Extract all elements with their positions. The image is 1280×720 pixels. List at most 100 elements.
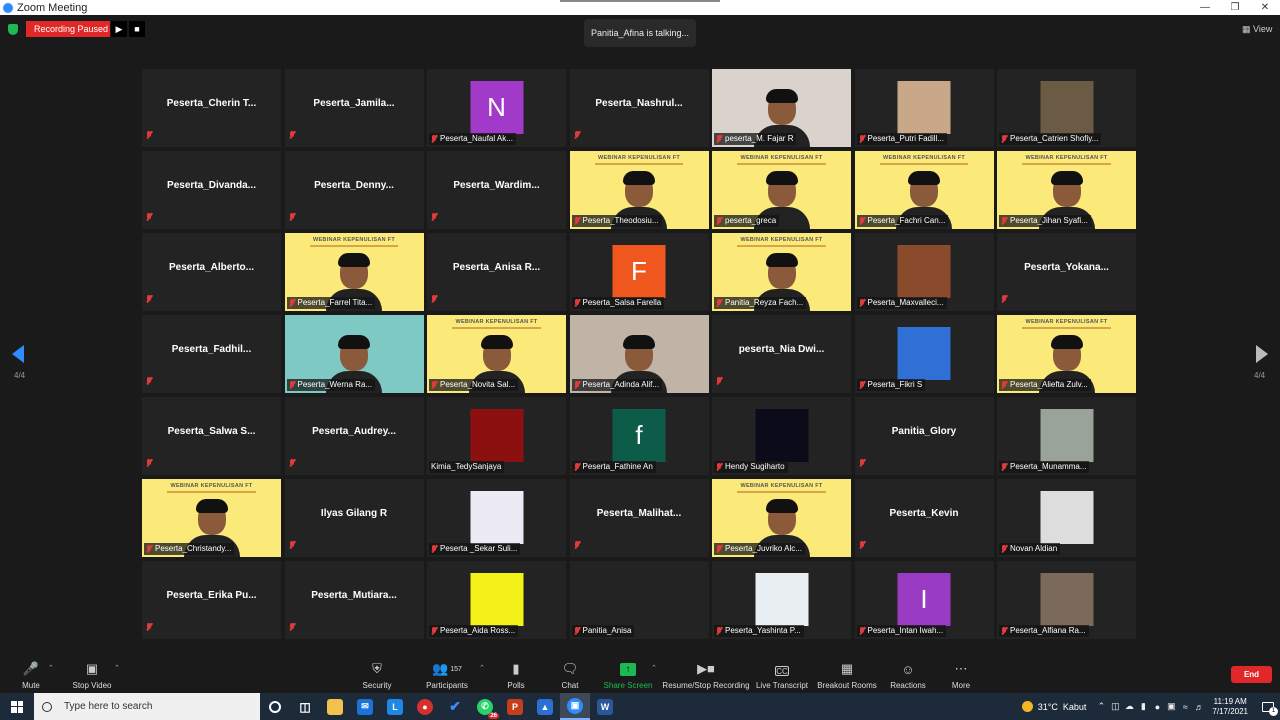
- cloud-icon[interactable]: ☁: [1122, 701, 1136, 712]
- participant-tile[interactable]: Kimia_TedySanjaya: [427, 397, 566, 475]
- security-button[interactable]: ⛨ Security: [360, 656, 394, 693]
- audio-options-caret-icon[interactable]: ⌃: [48, 664, 54, 672]
- participant-tile[interactable]: Peserta_Catrien Shofiy...: [997, 69, 1136, 147]
- chat-button[interactable]: 🗨 Chat: [558, 656, 582, 693]
- participant-tile[interactable]: Peserta_Wardim...: [427, 151, 566, 229]
- weather-widget[interactable]: 31°C Kabut: [1021, 701, 1086, 712]
- participant-tile[interactable]: WEBINAR KEPENULISAN FT Panitia_Reyza Fach…: [712, 233, 851, 311]
- red-app-icon[interactable]: ●: [410, 693, 440, 720]
- participant-tile[interactable]: WEBINAR KEPENULISAN FT Peserta_Aliefta Zu…: [997, 315, 1136, 393]
- participant-tile[interactable]: Peserta_Munamma...: [997, 397, 1136, 475]
- word-icon[interactable]: W: [590, 693, 620, 720]
- whatsapp-icon[interactable]: ✆ 26: [470, 693, 500, 720]
- taskbar-clock[interactable]: 11:19 AM 7/17/2021: [1212, 697, 1248, 717]
- participant-tile[interactable]: Peserta_Werna Ra...: [284, 315, 424, 393]
- participant-tile[interactable]: Peserta_Kevin: [854, 479, 994, 557]
- participant-tile[interactable]: WEBINAR KEPENULISAN FT Peserta_Farrel Tit…: [284, 233, 424, 311]
- participant-tile[interactable]: peserta_Nia Dwi...: [712, 315, 851, 393]
- participant-tile[interactable]: WEBINAR KEPENULISAN FT Peserta_Theodosiu.…: [569, 151, 709, 229]
- participant-tile[interactable]: Peserta_Alberto...: [142, 233, 281, 311]
- participant-tile[interactable]: Peserta_Divanda...: [142, 151, 281, 229]
- end-meeting-button[interactable]: End: [1231, 666, 1272, 683]
- participant-tile[interactable]: Peserta_Cherin T...: [142, 69, 281, 147]
- show-hidden-icons-icon[interactable]: ⌃: [1094, 701, 1108, 712]
- participant-tile[interactable]: Peserta_Denny...: [284, 151, 424, 229]
- participant-tile[interactable]: Panitia_Anisa: [569, 561, 709, 639]
- participant-tile[interactable]: F Peserta_Salsa Farella: [569, 233, 709, 311]
- live-transcript-button[interactable]: CC Live Transcript: [756, 656, 808, 693]
- polls-button[interactable]: ▮ Polls: [504, 656, 528, 693]
- mute-button[interactable]: 🎤 Mute: [18, 656, 44, 693]
- wifi-icon[interactable]: ≈: [1178, 702, 1192, 712]
- participant-tile[interactable]: Peserta_Audrey...: [284, 397, 424, 475]
- cortana-icon[interactable]: [260, 693, 290, 720]
- stop-icon[interactable]: ■: [129, 21, 145, 37]
- participant-tile[interactable]: Peserta_Yokana...: [997, 233, 1136, 311]
- launcher-l-icon[interactable]: L: [380, 693, 410, 720]
- participant-tile[interactable]: N Peserta_Naufal Ak...: [427, 69, 566, 147]
- close-icon[interactable]: ✕: [1250, 2, 1280, 13]
- view-button[interactable]: ▦ View: [1242, 24, 1272, 35]
- volume-icon[interactable]: ♬: [1192, 702, 1206, 712]
- photos-icon[interactable]: ▲: [530, 693, 560, 720]
- resume-stop-recording-button[interactable]: ▶■ Resume/Stop Recording: [662, 656, 750, 693]
- participant-tile[interactable]: Peserta_Anisa R...: [427, 233, 566, 311]
- start-button[interactable]: [0, 693, 34, 720]
- participant-tile[interactable]: Hendy Sugiharto: [712, 397, 851, 475]
- participant-tile[interactable]: Peserta_Mutiara...: [284, 561, 424, 639]
- mic-tray-icon[interactable]: ●: [1150, 702, 1164, 712]
- previous-page-arrow-icon[interactable]: [12, 345, 24, 363]
- video-options-caret-icon[interactable]: ⌃: [114, 664, 120, 672]
- participant-tile[interactable]: I Peserta_Intan Iwah...: [854, 561, 994, 639]
- participant-tile[interactable]: Novan Aldian: [997, 479, 1136, 557]
- stop-video-button[interactable]: ▣ Stop Video: [70, 656, 114, 693]
- participant-tile[interactable]: WEBINAR KEPENULISAN FT Peserta_Fachri Can…: [854, 151, 994, 229]
- participant-tile[interactable]: Peserta_Jamila...: [284, 69, 424, 147]
- share-screen-button[interactable]: ↑ Share Screen: [604, 656, 652, 693]
- file-explorer-icon[interactable]: [320, 693, 350, 720]
- more-button[interactable]: ⋯ More: [950, 656, 972, 693]
- security-shield-icon[interactable]: [8, 24, 18, 35]
- powerpoint-icon[interactable]: P: [500, 693, 530, 720]
- participant-tile[interactable]: Peserta_Putri Fadill...: [854, 69, 994, 147]
- reactions-button[interactable]: ☺ Reactions: [890, 656, 926, 693]
- zoom-taskbar-icon[interactable]: ▣: [560, 693, 590, 720]
- taskbar-search-box[interactable]: Type here to search: [34, 693, 260, 720]
- next-page-arrow-icon[interactable]: [1256, 345, 1268, 363]
- share-options-caret-icon[interactable]: ⌃: [651, 664, 657, 672]
- participant-tile[interactable]: WEBINAR KEPENULISAN FT Peserta_Novita Sal…: [427, 315, 566, 393]
- camera-tray-icon[interactable]: ▣: [1164, 701, 1178, 712]
- participant-tile[interactable]: Peserta_Salwa S...: [142, 397, 281, 475]
- breakout-rooms-button[interactable]: ▦ Breakout Rooms: [817, 656, 877, 693]
- participant-tile[interactable]: Peserta_Aida Ross...: [427, 561, 566, 639]
- participant-tile[interactable]: Peserta_Malihat...: [569, 479, 709, 557]
- task-view-icon[interactable]: ◫: [290, 693, 320, 720]
- participant-tile[interactable]: Peserta_Adinda Alif...: [569, 315, 709, 393]
- participants-caret-icon[interactable]: ⌃: [479, 664, 485, 672]
- participant-tile[interactable]: WEBINAR KEPENULISAN FT Peserta_Christandy…: [142, 479, 281, 557]
- participant-tile[interactable]: WEBINAR KEPENULISAN FT peserta_greca: [712, 151, 851, 229]
- battery-icon[interactable]: ▮: [1136, 701, 1150, 712]
- participant-tile[interactable]: peserta_M. Fajar R: [712, 69, 851, 147]
- participant-tile[interactable]: f Peserta_Fathine An: [569, 397, 709, 475]
- participant-tile[interactable]: Peserta_Alfiana Ra...: [997, 561, 1136, 639]
- participant-tile[interactable]: WEBINAR KEPENULISAN FT Peserta_Juvriko Al…: [712, 479, 851, 557]
- participant-tile[interactable]: Peserta_Erika Pu...: [142, 561, 281, 639]
- checkmark-app-icon[interactable]: ✔: [440, 693, 470, 720]
- participant-tile[interactable]: Peserta_Maxvalleci...: [854, 233, 994, 311]
- participant-tile[interactable]: Peserta_Fadhil...: [142, 315, 281, 393]
- participant-tile[interactable]: WEBINAR KEPENULISAN FT Peserta_Jihan Syaf…: [997, 151, 1136, 229]
- play-icon[interactable]: ▶: [111, 21, 127, 37]
- participant-tile[interactable]: Peserta _Sekar Suli...: [427, 479, 566, 557]
- participant-tile[interactable]: Panitia_Glory: [854, 397, 994, 475]
- network-drive-icon[interactable]: ◫: [1108, 701, 1122, 712]
- minimize-icon[interactable]: —: [1190, 2, 1220, 13]
- participant-tile[interactable]: Ilyas Gilang R: [284, 479, 424, 557]
- mail-icon[interactable]: ✉: [350, 693, 380, 720]
- action-center-button[interactable]: 1: [1256, 693, 1280, 720]
- participant-tile[interactable]: Peserta_Fikri S: [854, 315, 994, 393]
- participant-tile[interactable]: Peserta_Yashinta P...: [712, 561, 851, 639]
- restore-icon[interactable]: ❐: [1220, 2, 1250, 13]
- participants-button[interactable]: 👥 157 Participants: [424, 656, 470, 693]
- participant-tile[interactable]: Peserta_Nashrul...: [569, 69, 709, 147]
